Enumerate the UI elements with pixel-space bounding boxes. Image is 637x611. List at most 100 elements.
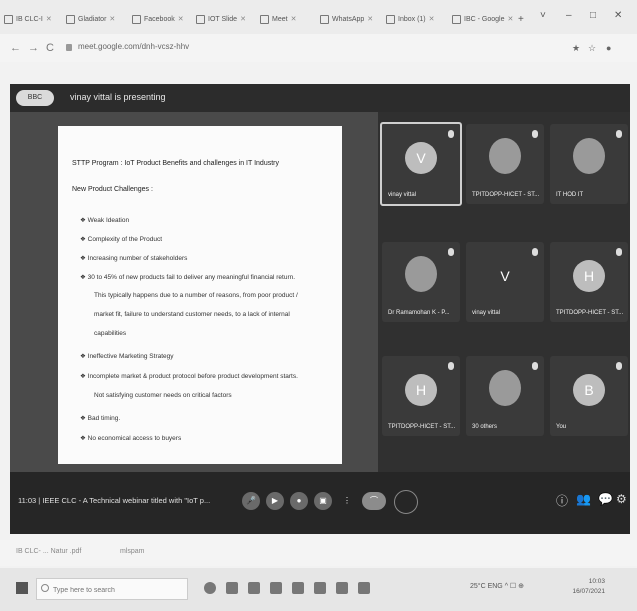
avatar: H [405, 373, 437, 406]
raise-hand-button[interactable]: ● [290, 492, 308, 510]
slide-bullet: ❖ No economical access to buyers [80, 435, 182, 442]
download-item[interactable]: IB CLC- ... Natur .pdf [16, 548, 81, 555]
participant-photo [573, 138, 605, 174]
tab-favicon-icon [386, 14, 395, 24]
back-button[interactable]: ← [10, 42, 21, 54]
browser-tab[interactable]: Meet ✕ [260, 12, 316, 28]
mic-off-icon [532, 362, 538, 370]
minimize-button[interactable]: – [566, 10, 572, 21]
download-item[interactable]: mlspam [120, 548, 145, 555]
participant-name: vinay vittal [472, 310, 501, 316]
participant-name: 30 others [472, 424, 498, 430]
store-icon[interactable] [270, 582, 282, 594]
forward-button[interactable]: → [28, 42, 39, 54]
app-icon[interactable] [336, 582, 348, 594]
taskbar-search[interactable] [36, 578, 188, 600]
browser-tab[interactable]: IBC - Google ✕ [452, 12, 514, 28]
activities-button[interactable]: ⚙ [616, 492, 627, 506]
participant-photo [489, 138, 521, 174]
task-view-icon[interactable] [226, 582, 238, 594]
camera-button[interactable]: ▶ [266, 492, 284, 510]
lock-icon[interactable] [66, 44, 72, 51]
present-button[interactable]: ▣ [314, 492, 332, 510]
file-explorer-icon[interactable] [292, 582, 304, 594]
maximize-button[interactable]: □ [590, 10, 596, 21]
slide-title: STTP Program : IoT Product Benefits and … [72, 160, 279, 167]
url-field[interactable]: meet.google.com/dnh-vcsz-hhv [78, 42, 189, 51]
slide-bullet-continuation: This typically happens due to a number o… [94, 292, 298, 299]
close-tab-icon[interactable]: ✕ [46, 16, 52, 23]
more-options-button[interactable]: ⋮ [338, 492, 356, 510]
mail-icon[interactable] [314, 582, 326, 594]
windows-start-icon[interactable] [16, 582, 28, 594]
profile-avatar[interactable]: ● [606, 43, 611, 53]
close-window-button[interactable]: ✕ [614, 10, 622, 21]
participant-name: Dr Ramamohan K - P... [388, 310, 450, 316]
slide-bullet: ❖ 30 to 45% of new products fail to deli… [80, 274, 296, 281]
tab-search-icon[interactable]: ˅ [540, 10, 546, 21]
participant-tile[interactable]: V vinay vittal [466, 242, 544, 322]
close-tab-icon[interactable]: ✕ [507, 16, 513, 23]
system-tray[interactable]: 25°C ENG ^ ☐ ⊕ [470, 582, 524, 590]
browser-tab[interactable]: IOT Slide ✕ [196, 12, 256, 28]
tab-favicon-icon [260, 14, 269, 24]
participant-tile[interactable]: Dr Ramamohan K - P... [382, 242, 460, 322]
diamond-bullet-icon: ❖ [80, 415, 86, 422]
browser-tab[interactable]: Facebook ✕ [132, 12, 192, 28]
close-tab-icon[interactable]: ✕ [429, 16, 435, 23]
chrome-icon[interactable] [248, 582, 260, 594]
address-bar: ← → C meet.google.com/dnh-vcsz-hhv ★ ☆ ● [0, 34, 637, 62]
close-tab-icon[interactable]: ✕ [367, 16, 373, 23]
slide-bullet-continuation: market fit, failure to understand custom… [94, 311, 290, 318]
mic-off-icon [532, 248, 538, 256]
browser-tabstrip: IB CLC-I ✕ Gladiator ✕ Facebook ✕ IOT Slide… [0, 0, 637, 34]
browser-tab[interactable]: WhatsApp ✕ [320, 12, 382, 28]
participant-tile[interactable]: V vinay vittal [380, 122, 462, 206]
diamond-bullet-icon: ❖ [80, 217, 86, 224]
leave-call-button[interactable]: ⌒ [362, 492, 386, 510]
close-tab-icon[interactable]: ✕ [240, 16, 246, 23]
extension-icon[interactable]: ☆ [588, 43, 596, 54]
close-tab-icon[interactable]: ✕ [109, 16, 115, 23]
record-indicator[interactable] [394, 490, 418, 514]
meeting-pill-button[interactable]: BBC [16, 90, 54, 106]
participant-name: You [556, 424, 567, 430]
close-tab-icon[interactable]: ✕ [178, 16, 184, 23]
app-icon[interactable] [358, 582, 370, 594]
mic-icon [448, 130, 454, 138]
info-button[interactable]: ⓘ [556, 492, 568, 509]
avatar: H [573, 259, 605, 292]
close-tab-icon[interactable]: ✕ [291, 16, 297, 23]
windows-taskbar: 25°C ENG ^ ☐ ⊕ 10:03 16/07/2021 [0, 568, 637, 611]
cortana-icon[interactable] [204, 582, 216, 594]
participant-tile[interactable]: H TPITDOPP-HICET - ST... [550, 242, 628, 322]
slide-bullet-continuation: Not satisfying customer needs on critica… [94, 392, 232, 399]
mic-button[interactable]: 🎤 [242, 492, 260, 510]
diamond-bullet-icon: ❖ [80, 353, 86, 360]
bookmark-star-icon[interactable]: ★ [572, 43, 580, 54]
tab-favicon-icon [4, 14, 13, 24]
avatar: B [573, 373, 605, 406]
participant-name: TPITDOPP-HICET - ST... [472, 192, 540, 198]
slide-bullet: ❖ Incomplete market & product protocol b… [80, 373, 298, 380]
reload-button[interactable]: C [46, 42, 54, 54]
chat-button[interactable]: 💬 [598, 492, 613, 506]
tab-favicon-icon [196, 14, 205, 24]
browser-tab[interactable]: Gladiator ✕ [66, 12, 128, 28]
meet-top-bar: BBC vinay vittal is presenting [10, 84, 630, 112]
participant-tile[interactable]: H TPITDOPP-HICET - ST... [382, 356, 460, 436]
browser-tab[interactable]: Inbox (1) ✕ [386, 12, 448, 28]
mic-off-icon [448, 248, 454, 256]
search-icon [41, 584, 49, 592]
taskbar-search-input[interactable] [51, 586, 185, 595]
participant-tile[interactable]: TPITDOPP-HICET - ST... [466, 124, 544, 204]
participant-tile[interactable]: 30 others [466, 356, 544, 436]
participant-tile[interactable]: IT HOD IT [550, 124, 628, 204]
browser-tab[interactable]: IB CLC-I ✕ [4, 12, 62, 28]
participant-tile[interactable]: B You [550, 356, 628, 436]
slide-bullet: ❖ Increasing number of stakeholders [80, 255, 188, 262]
meet-control-bar: 11:03 | IEEE CLC - A Technical webinar t… [10, 472, 630, 534]
new-tab-button[interactable]: + [518, 12, 532, 28]
taskbar-clock[interactable]: 10:03 16/07/2021 [572, 577, 605, 597]
people-button[interactable]: 👥 [576, 492, 591, 506]
